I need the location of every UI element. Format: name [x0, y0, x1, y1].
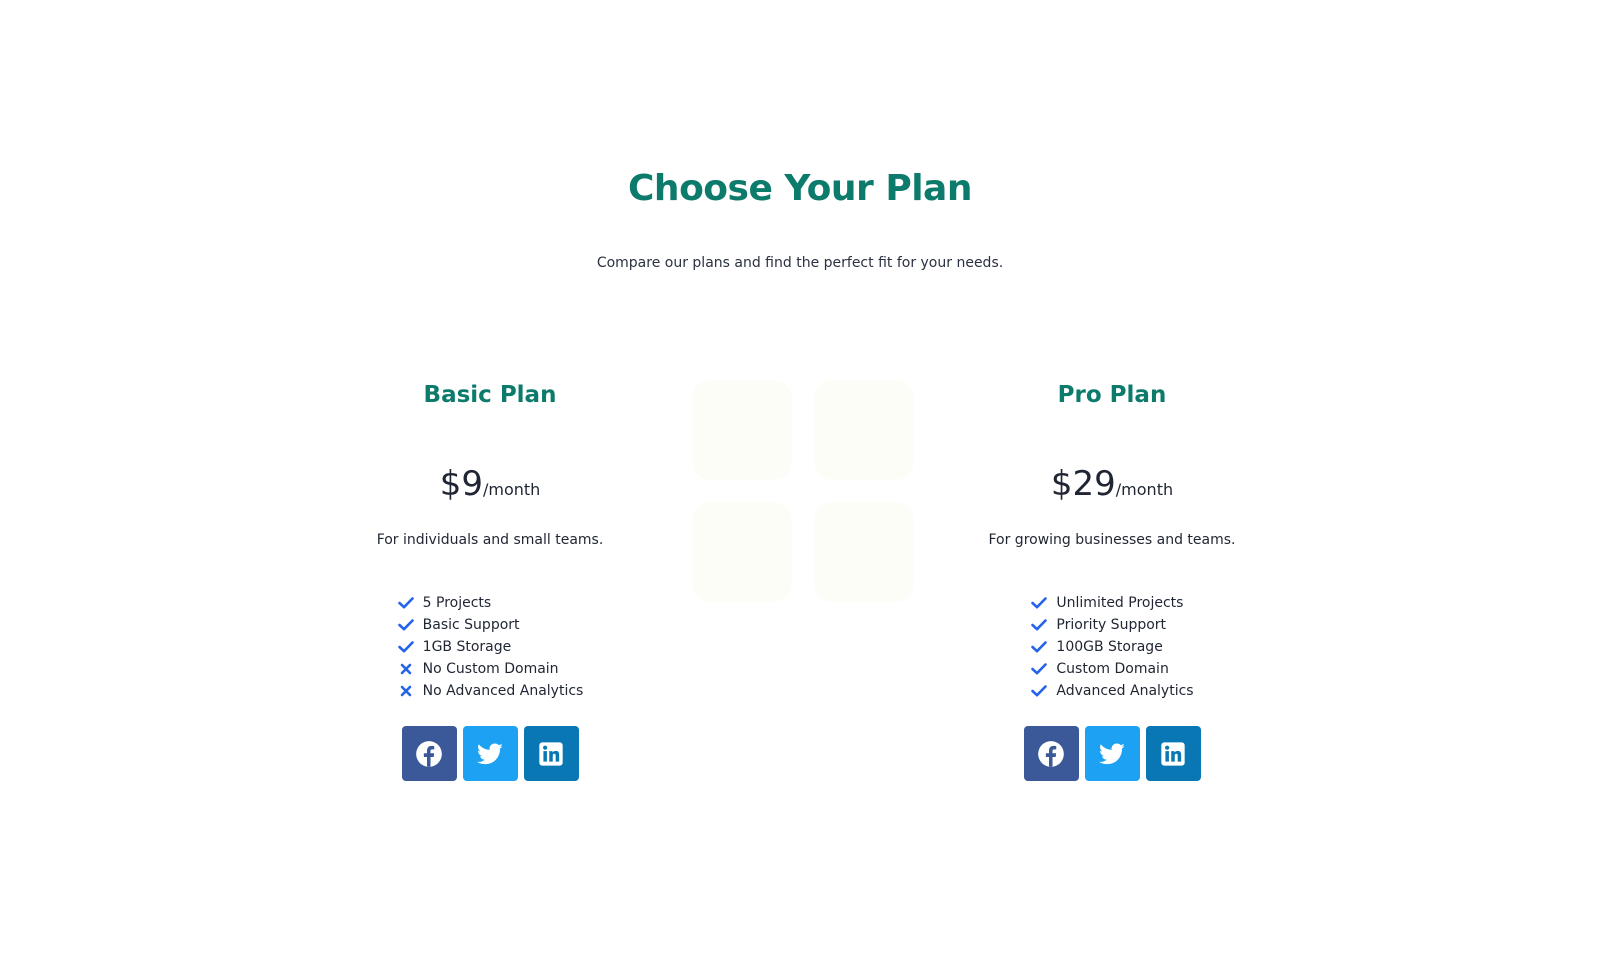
linkedin-share-button[interactable] — [523, 726, 579, 781]
plan-card-basic: Basic Plan $9/month For individuals and … — [290, 380, 690, 781]
decorative-tile — [814, 502, 914, 602]
price-period: /month — [482, 480, 541, 499]
decorative-tile — [692, 380, 792, 480]
feature-label: No Advanced Analytics — [422, 683, 584, 699]
page-title: Choose Your Plan — [628, 168, 972, 209]
x-icon — [397, 660, 415, 678]
feature-label: 1GB Storage — [422, 639, 512, 655]
feature-label: 100GB Storage — [1056, 639, 1163, 655]
decorative-tile — [692, 502, 792, 602]
feature-item: No Advanced Analytics — [397, 680, 584, 702]
feature-list: 5 Projects Basic Support 1GB Storage No … — [397, 592, 584, 702]
feature-label: Custom Domain — [1056, 661, 1169, 677]
feature-item: No Custom Domain — [397, 658, 584, 680]
feature-list: Unlimited Projects Priority Support 100G… — [1030, 592, 1194, 702]
page-subtitle: Compare our plans and find the perfect f… — [596, 255, 1004, 271]
social-share-row — [290, 726, 690, 781]
pricing-page: Choose Your Plan Compare our plans and f… — [0, 0, 1600, 978]
plan-name: Basic Plan — [423, 382, 557, 408]
feature-item: Advanced Analytics — [1030, 680, 1194, 702]
feature-label: 5 Projects — [422, 595, 492, 611]
twitter-icon — [1099, 743, 1125, 764]
feature-label: Unlimited Projects — [1056, 595, 1184, 611]
check-icon — [1030, 660, 1048, 678]
feature-label: Basic Support — [422, 617, 520, 633]
feature-label: Priority Support — [1056, 617, 1167, 633]
feature-label: No Custom Domain — [422, 661, 559, 677]
feature-item: 100GB Storage — [1030, 636, 1193, 658]
check-icon — [1030, 682, 1048, 700]
check-icon — [397, 594, 415, 612]
decorative-tiles — [692, 380, 916, 604]
plan-price: $29/month — [912, 462, 1312, 506]
feature-item: 1GB Storage — [397, 636, 584, 658]
feature-item: Custom Domain — [1030, 658, 1193, 680]
check-icon — [1030, 594, 1048, 612]
price-amount: $29 — [1050, 464, 1116, 504]
feature-item: 5 Projects — [397, 592, 584, 614]
linkedin-icon — [1161, 741, 1185, 766]
plan-card-pro: Pro Plan $29/month For growing businesse… — [912, 380, 1312, 781]
facebook-icon — [416, 740, 442, 767]
check-icon — [397, 616, 415, 634]
feature-item: Unlimited Projects — [1030, 592, 1193, 614]
feature-label: Advanced Analytics — [1056, 683, 1194, 699]
check-icon — [1030, 616, 1048, 634]
facebook-share-button[interactable] — [1023, 726, 1079, 781]
twitter-share-button[interactable] — [1084, 726, 1140, 781]
plan-name: Pro Plan — [1057, 382, 1167, 408]
facebook-icon — [1038, 740, 1064, 767]
twitter-icon — [477, 743, 503, 764]
facebook-share-button[interactable] — [401, 726, 457, 781]
feature-item: Priority Support — [1030, 614, 1193, 636]
linkedin-icon — [539, 741, 563, 766]
price-period: /month — [1115, 480, 1174, 499]
x-icon — [397, 682, 415, 700]
linkedin-share-button[interactable] — [1145, 726, 1201, 781]
twitter-share-button[interactable] — [462, 726, 518, 781]
social-share-row — [912, 726, 1312, 781]
check-icon — [1030, 638, 1048, 656]
decorative-tile — [814, 380, 914, 480]
plan-description: For individuals and small teams. — [376, 532, 604, 548]
feature-item: Basic Support — [397, 614, 584, 636]
plan-price: $9/month — [290, 462, 690, 506]
plan-description: For growing businesses and teams. — [988, 532, 1236, 548]
price-amount: $9 — [439, 464, 483, 504]
check-icon — [397, 638, 415, 656]
